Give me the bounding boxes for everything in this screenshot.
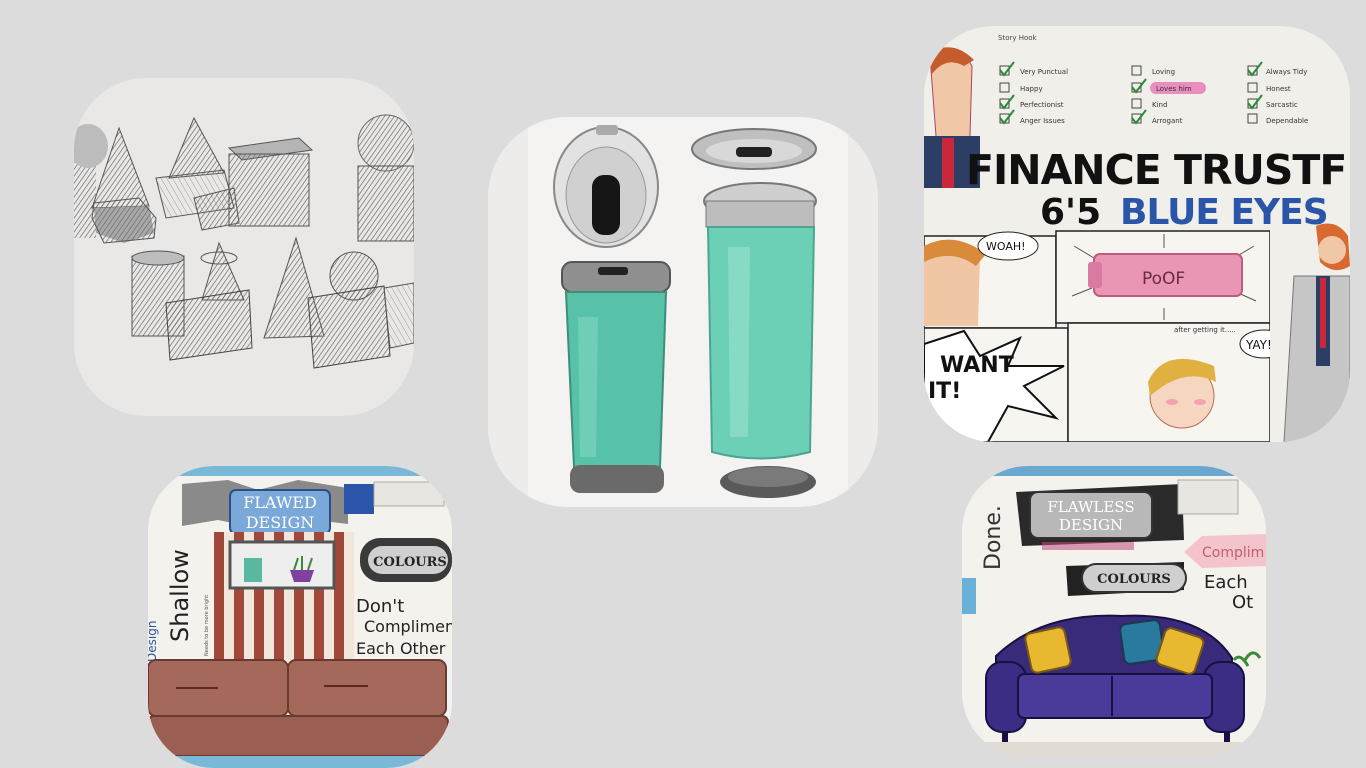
trait-0-2: Perfectionist (1020, 101, 1064, 109)
tile-travel-cups-illustration (488, 117, 878, 507)
speech-yay: YAY! (1245, 338, 1272, 352)
flawless-note-2: Ot (1232, 592, 1253, 613)
shout-want: WANT (940, 353, 1014, 378)
character-profile-drawing: Story Hook Very Punctual Happy Perfectio… (924, 26, 1350, 442)
flawed-title-line1: FLAWED (243, 493, 317, 512)
flawless-title-line2: DESIGN (1059, 516, 1123, 534)
trait-1-0: Loving (1152, 68, 1175, 76)
trait-2-1: Honest (1266, 85, 1291, 93)
brown-sofa (148, 659, 452, 768)
yellow-cushion (1024, 626, 1072, 674)
trait-0-0: Very Punctual (1020, 68, 1068, 76)
flawed-note-2: Compliment (364, 617, 452, 636)
title-finance-trustfund: FINANCE TRUSTFU (966, 146, 1350, 194)
flawed-note-1: Don't (356, 596, 404, 617)
side-word-shallow: Shallow (166, 549, 194, 642)
trait-2-3: Dependable (1266, 117, 1308, 125)
trait-0-3: Anger Issues (1020, 117, 1065, 125)
flawed-note-3: Each Other (356, 639, 446, 658)
story-hook-label: Story Hook (998, 34, 1038, 42)
right-tumbler (703, 182, 817, 498)
trait-1-3: Arrogant (1152, 117, 1183, 125)
travel-cups-drawing (488, 117, 878, 507)
trait-0-1: Happy (1020, 85, 1043, 93)
tiny-note: Needs to be more bright (204, 595, 210, 656)
trait-2-0: Always Tidy (1266, 68, 1307, 76)
speech-woah: WOAH! (986, 240, 1026, 253)
trait-2-2: Sarcastic (1266, 101, 1298, 109)
trait-1-2: Kind (1152, 101, 1167, 109)
flawless-design-drawing: Done. FLAWLESS DESIGN Complim COLOURS Ea… (962, 466, 1266, 758)
geometric-shapes-drawing (74, 78, 414, 416)
trait-1-1: Loves him (1156, 85, 1192, 93)
tile-flawed-design-page: FLAWED DESIGN Shallow Design Needs to be… (148, 466, 452, 768)
flawless-note-1: Each (1204, 572, 1248, 593)
flawed-title-line2: DESIGN (246, 513, 315, 532)
tile-geometric-shapes-sketch (74, 78, 414, 416)
side-word-done: Done. (981, 505, 1006, 570)
tile-flawless-design-page: Done. FLAWLESS DESIGN Complim COLOURS Ea… (962, 466, 1266, 758)
bottle-label: PoOF (1142, 269, 1185, 289)
title-height: 6'5 (1040, 192, 1101, 233)
flawless-colours-label: COLOURS (1097, 572, 1171, 587)
tile-character-profile-page: Story Hook Very Punctual Happy Perfectio… (924, 26, 1350, 442)
shout-it: IT! (928, 379, 961, 404)
flawed-colours-label: COLOURS (373, 555, 447, 570)
sphere-shape (357, 114, 414, 172)
caption-after: after getting it..... (1174, 326, 1236, 334)
side-word-design: Design (148, 621, 159, 662)
flawless-title-line1: FLAWLESS (1047, 498, 1134, 516)
flawed-design-drawing: FLAWED DESIGN Shallow Design Needs to be… (148, 466, 452, 768)
left-tumbler (561, 261, 671, 493)
flawless-pink-note: Complim (1202, 545, 1264, 561)
